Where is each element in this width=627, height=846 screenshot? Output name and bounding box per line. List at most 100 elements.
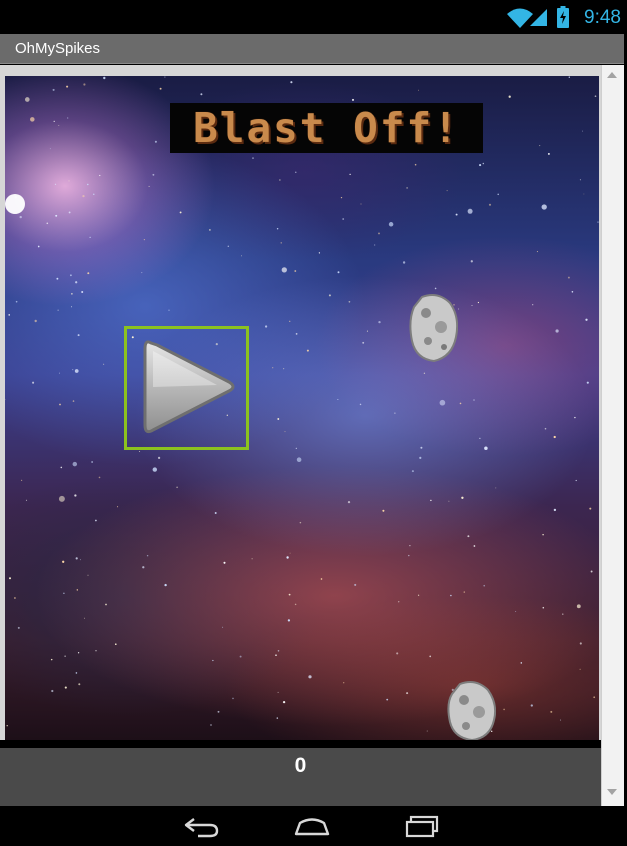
star: [409, 545, 411, 547]
star: [374, 244, 376, 246]
star: [75, 672, 78, 674]
star: [541, 204, 547, 210]
star: [294, 603, 297, 606]
star: [583, 193, 585, 195]
star: [348, 300, 351, 303]
star: [567, 276, 570, 279]
star: [294, 270, 297, 272]
star: [320, 578, 323, 580]
star: [360, 203, 362, 205]
star: [200, 93, 203, 96]
star: [378, 320, 381, 324]
star: [277, 418, 280, 420]
star: [539, 145, 541, 147]
star: [60, 466, 63, 469]
star: [419, 456, 422, 459]
star: [429, 655, 432, 658]
star: [74, 494, 77, 497]
star: [351, 98, 355, 101]
play-icon: [143, 340, 235, 434]
star: [423, 372, 426, 374]
star: [382, 509, 385, 512]
star: [586, 381, 589, 384]
star: [72, 461, 78, 467]
star: [91, 461, 93, 463]
star: [264, 325, 268, 328]
star: [286, 556, 289, 559]
star: [463, 591, 466, 593]
star: [530, 704, 533, 707]
star: [594, 95, 597, 98]
star: [152, 467, 157, 472]
navigation-bar: [0, 806, 627, 846]
star: [217, 710, 220, 713]
star: [164, 76, 166, 78]
star: [289, 320, 291, 322]
back-button[interactable]: [182, 814, 222, 838]
star: [536, 251, 538, 253]
star: [9, 577, 11, 580]
star: [148, 185, 150, 187]
star: [290, 81, 293, 84]
star: [77, 652, 80, 654]
star: [347, 500, 351, 504]
star: [103, 363, 105, 365]
star: [6, 725, 8, 727]
star: [318, 252, 321, 254]
star: [448, 500, 450, 502]
star: [212, 659, 214, 662]
star: [15, 300, 18, 303]
home-button[interactable]: [292, 814, 332, 838]
star: [354, 583, 357, 586]
star: [210, 724, 212, 726]
star: [342, 218, 345, 220]
star: [87, 183, 89, 186]
title-banner: Blast Off!: [170, 103, 483, 153]
star: [71, 293, 73, 295]
star: [553, 508, 557, 512]
star: [455, 213, 458, 216]
star: [277, 650, 280, 652]
star: [414, 163, 417, 166]
scrollbar[interactable]: [601, 65, 624, 806]
star: [72, 369, 74, 371]
star: [34, 319, 37, 323]
scroll-down-arrow-icon[interactable]: [606, 788, 618, 796]
star: [306, 349, 309, 352]
star: [58, 125, 60, 126]
star: [75, 557, 78, 560]
star: [553, 435, 556, 439]
star: [277, 691, 279, 693]
star: [89, 236, 91, 239]
content-area: Blast Off! 0: [0, 65, 624, 806]
recents-button[interactable]: [402, 814, 442, 838]
star: [299, 521, 302, 524]
star: [51, 689, 54, 693]
star: [497, 193, 499, 196]
star: [574, 416, 576, 419]
star: [20, 479, 23, 482]
play-button[interactable]: [124, 326, 249, 450]
star: [251, 558, 253, 560]
star: [154, 140, 157, 143]
star: [74, 369, 79, 373]
star: [67, 117, 69, 119]
star: [482, 162, 485, 165]
star: [467, 208, 473, 214]
star: [408, 554, 410, 557]
score-value: 0: [294, 754, 307, 777]
star: [72, 400, 75, 402]
star: [295, 171, 297, 173]
star: [87, 574, 89, 576]
star: [402, 261, 406, 264]
game-canvas[interactable]: Blast Off!: [5, 76, 599, 740]
star: [571, 291, 574, 293]
star: [289, 552, 291, 554]
star: [157, 456, 161, 460]
scroll-up-arrow-icon[interactable]: [606, 71, 618, 79]
star: [214, 512, 217, 514]
star: [459, 402, 462, 405]
star: [488, 203, 492, 206]
starfield-background: [5, 76, 599, 732]
star: [59, 403, 61, 406]
